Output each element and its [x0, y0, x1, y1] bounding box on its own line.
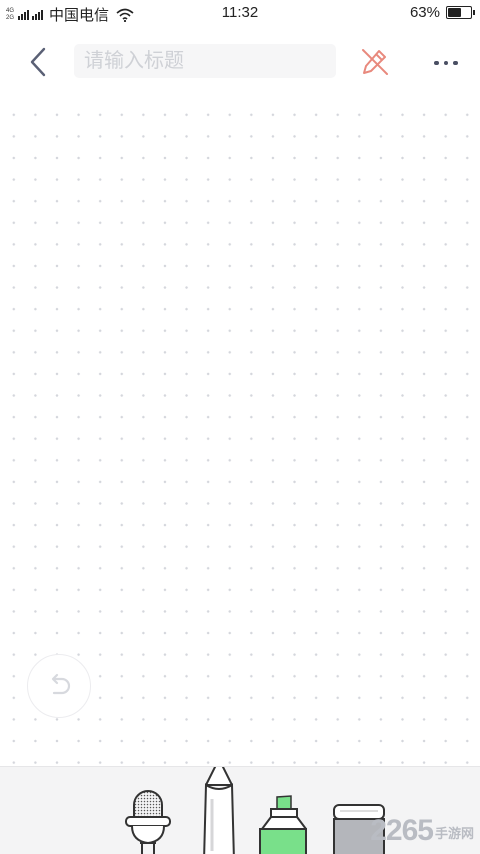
undo-icon: [51, 673, 71, 695]
pen-toggle-button[interactable]: [358, 44, 392, 80]
title-input[interactable]: [74, 44, 336, 78]
battery-percent: 63%: [409, 4, 440, 21]
more-options-button[interactable]: [426, 50, 466, 76]
status-bar: 4G 2G 中国电信 11:32 63%: [0, 0, 480, 26]
undo-button[interactable]: [27, 654, 91, 718]
back-button[interactable]: [22, 44, 54, 80]
editor-toolbar: [0, 26, 480, 96]
pen-tool[interactable]: [200, 767, 238, 854]
watermark-number: 2265: [370, 814, 434, 847]
highlighter-icon: [259, 795, 307, 854]
highlighter-tool[interactable]: [256, 795, 310, 854]
more-dots-icon: [434, 60, 439, 66]
watermark: 2265 手游网: [370, 816, 474, 846]
status-time: 11:32: [221, 4, 259, 21]
watermark-text: 手游网: [434, 826, 474, 841]
chevron-left-icon: [30, 47, 46, 77]
microphone-tool[interactable]: [122, 779, 174, 854]
battery-icon: [446, 6, 475, 19]
status-right: 63%: [409, 4, 475, 21]
pen-disabled-icon: [362, 49, 388, 75]
tool-tray: 2265 手游网: [0, 766, 480, 854]
microphone-icon: [125, 790, 171, 854]
pen-icon: [203, 767, 235, 854]
battery-fill: [448, 8, 461, 17]
